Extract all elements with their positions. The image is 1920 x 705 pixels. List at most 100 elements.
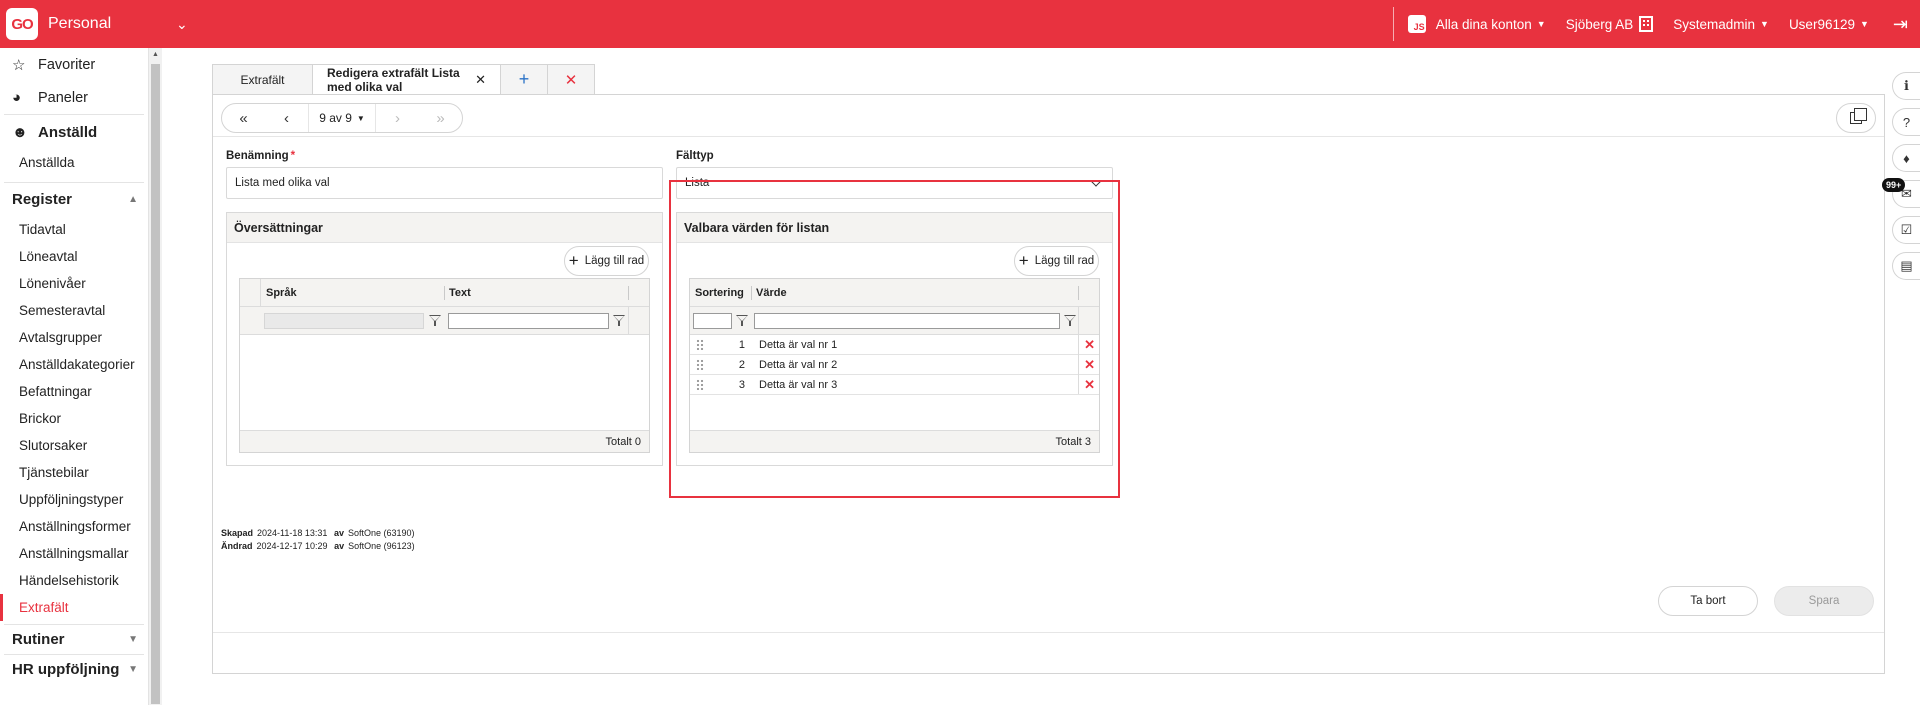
record-pager[interactable]: 9 av 9 ▼ <box>308 104 376 132</box>
sidebar-section-label: Anställd <box>38 123 98 141</box>
modified-by-label: av <box>334 541 345 551</box>
caret-down-icon: ▼ <box>1536 19 1546 29</box>
grid-column-line <box>628 307 629 334</box>
module-name[interactable]: Personal <box>48 15 176 33</box>
tab-bar: Extrafält Redigera extrafält Lista med o… <box>212 64 595 95</box>
name-input[interactable]: Lista med olika val <box>226 167 663 199</box>
sidebar-item-slutorsaker[interactable]: Slutorsaker <box>0 432 148 459</box>
module-chevron-down-icon[interactable]: ⌄ <box>176 16 188 33</box>
academy-icon[interactable]: ♦ <box>1892 144 1920 172</box>
grid-header: Språk Text <box>240 279 649 335</box>
created-by: SoftOne (63190) <box>347 528 415 538</box>
pager-label: 9 av 9 <box>319 111 352 125</box>
delete-button[interactable]: Ta bort <box>1658 586 1758 616</box>
sidebar-item-befattningar[interactable]: Befattningar <box>0 378 148 405</box>
text-filter-input[interactable] <box>448 313 609 329</box>
role-label: Systemadmin <box>1673 16 1756 32</box>
logout-icon[interactable]: ⇥ <box>1893 14 1908 35</box>
sidebar-item-anställningsformer[interactable]: Anställningsformer <box>0 513 148 540</box>
next-record-button[interactable]: › <box>376 104 419 132</box>
tab-edit-extra-field[interactable]: Redigera extrafält Lista med olika val ✕ <box>312 64 501 95</box>
person-icon: ☻ <box>12 123 28 141</box>
filter-icon[interactable] <box>613 315 625 326</box>
plus-icon: + <box>568 251 579 270</box>
sidebar-item-tjänstebilar[interactable]: Tjänstebilar <box>0 459 148 486</box>
tab-label: Redigera extrafält Lista med olika val <box>327 66 460 94</box>
chevron-up-icon: ▲ <box>128 194 138 205</box>
modified-info: Ändrad 2024-12-17 10:29 av SoftOne (96123) <box>221 541 415 551</box>
sidebar-item-anställningsmallar[interactable]: Anställningsmallar <box>0 540 148 567</box>
tab-label: Extrafält <box>240 72 285 87</box>
sidebar-item-brickor[interactable]: Brickor <box>0 405 148 432</box>
sidebar-item-label: Favoriter <box>38 56 96 73</box>
scroll-up-icon[interactable]: ▲ <box>152 51 159 58</box>
name-input-value: Lista med olika val <box>235 177 330 189</box>
save-button[interactable]: Spara <box>1774 586 1874 616</box>
record-toolbar: « ‹ 9 av 9 ▼ › » <box>213 95 1884 137</box>
sidebar-item-favorites[interactable]: ☆ Favoriter <box>0 48 148 81</box>
scrollbar-thumb[interactable] <box>151 64 160 704</box>
sidebar-item-tidavtal[interactable]: Tidavtal <box>0 216 148 243</box>
copy-button[interactable] <box>1836 103 1876 133</box>
info-icon[interactable]: ℹ <box>1892 72 1920 100</box>
plus-icon: + <box>518 69 530 89</box>
user-menu[interactable]: User96129 ▼ <box>1789 17 1869 32</box>
sidebar-scrollbar[interactable]: ▲ <box>149 48 162 705</box>
grid-filter-row <box>240 307 649 335</box>
last-record-button[interactable]: » <box>419 104 462 132</box>
caret-down-icon: ▼ <box>1760 19 1769 29</box>
sidebar-item-lönenivåer[interactable]: Lönenivåer <box>0 270 148 297</box>
close-all-tabs-button[interactable]: ✕ <box>547 64 595 94</box>
user-label: User96129 <box>1788 16 1855 32</box>
sidebar-item-panels[interactable]: ◕ Paneler <box>0 81 148 114</box>
created-by-label: av <box>333 528 344 538</box>
company-menu[interactable]: Sjöberg AB <box>1566 16 1654 32</box>
sidebar-item-employees[interactable]: Anställda <box>0 149 148 176</box>
sidebar-item-extrafält[interactable]: Extrafält <box>0 594 148 621</box>
sidebar-section-employee[interactable]: ☻ Anställd <box>0 115 148 149</box>
sidebar-section-routines[interactable]: Rutiner ▼ <box>0 625 148 654</box>
help-icon[interactable]: ? <box>1892 108 1920 136</box>
close-tab-icon[interactable]: ✕ <box>475 72 486 88</box>
footer-divider <box>213 632 1884 633</box>
column-separator[interactable] <box>628 286 629 300</box>
sidebar-item-anställdakategorier[interactable]: Anställdakategorier <box>0 351 148 378</box>
notification-badge: 99+ <box>1882 178 1906 192</box>
add-tab-button[interactable]: + <box>500 64 548 94</box>
sidebar-section-register[interactable]: Register ▲ <box>0 183 148 216</box>
translations-box: Översättningar + Lägg till rad Språk Text <box>226 212 663 466</box>
sidebar-section-hr[interactable]: HR uppföljning ▼ <box>0 655 148 684</box>
role-menu[interactable]: Systemadmin ▼ <box>1673 17 1769 32</box>
main-area: Extrafält Redigera extrafält Lista med o… <box>162 48 1886 705</box>
add-row-label: Lägg till rad <box>584 255 645 267</box>
chevron-down-icon: ▼ <box>128 634 138 645</box>
sidebar-item-semesteravtal[interactable]: Semesteravtal <box>0 297 148 324</box>
column-separator[interactable] <box>444 286 445 300</box>
required-mark: * <box>290 150 296 162</box>
column-header-text[interactable]: Text <box>449 279 471 307</box>
sidebar: ☆ Favoriter ◕ Paneler ☻ Anställd Anställ… <box>0 48 149 705</box>
accounts-menu[interactable]: JS Alla dina konton ▼ <box>1407 15 1546 33</box>
document-icon[interactable]: ▤ <box>1892 252 1920 280</box>
add-translation-row-button[interactable]: + Lägg till rad <box>564 246 649 276</box>
previous-record-button[interactable]: ‹ <box>265 104 308 132</box>
column-header-language[interactable]: Språk <box>266 279 297 307</box>
company-label: Sjöberg AB <box>1565 16 1634 32</box>
edit-panel: « ‹ 9 av 9 ▼ › » Benämning * Lista med ol… <box>212 94 1885 674</box>
created-date: 2024-11-18 13:31 <box>257 528 328 538</box>
sidebar-item-uppföljningstyper[interactable]: Uppföljningstyper <box>0 486 148 513</box>
sidebar-item-händelsehistorik[interactable]: Händelsehistorik <box>0 567 148 594</box>
copy-icon <box>1850 108 1867 124</box>
translations-title: Översättningar <box>227 213 662 243</box>
sidebar-item-avtalsgrupper[interactable]: Avtalsgrupper <box>0 324 148 351</box>
close-icon: ✕ <box>564 71 578 89</box>
document-check-icon[interactable]: ☑ <box>1892 216 1920 244</box>
tab-extra-fields[interactable]: Extrafält <box>212 64 313 94</box>
filter-icon[interactable] <box>429 315 441 326</box>
language-filter-input <box>264 313 424 329</box>
caret-down-icon: ▼ <box>356 113 365 123</box>
first-record-button[interactable]: « <box>222 104 265 132</box>
sidebar-item-löneavtal[interactable]: Löneavtal <box>0 243 148 270</box>
app-logo[interactable]: GO <box>6 8 38 40</box>
chevron-left-icon: ‹ <box>284 109 289 127</box>
